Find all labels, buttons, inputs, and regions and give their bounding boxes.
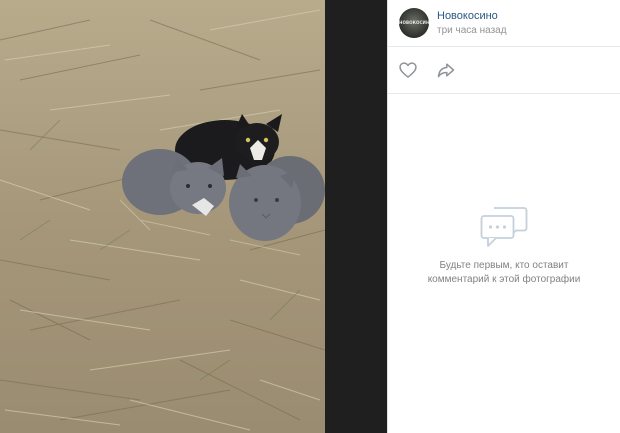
post-photo[interactable] [0, 0, 325, 433]
kittens-photo [0, 0, 325, 433]
post-info-panel: НОВОКОСИНО Новокосино три часа назад [387, 0, 620, 433]
comments-empty-state: Будьте первым, кто оставит комментарий к… [388, 205, 620, 287]
avatar-logo-text: НОВОКОСИНО [399, 20, 429, 25]
viewer-backdrop [325, 0, 387, 433]
share-button[interactable] [436, 60, 456, 80]
author-block: Новокосино три часа назад [437, 9, 507, 38]
author-name-link[interactable]: Новокосино [437, 9, 507, 23]
comments-empty-text: Будьте первым, кто оставит комментарий к… [427, 260, 581, 285]
post-time[interactable]: три часа назад [437, 24, 507, 38]
avatar[interactable]: НОВОКОСИНО [399, 8, 429, 38]
post-header: НОВОКОСИНО Новокосино три часа назад [388, 0, 620, 47]
heart-icon [399, 62, 417, 78]
post-actions [388, 47, 620, 94]
like-button[interactable] [398, 60, 418, 80]
share-arrow-icon [437, 63, 455, 78]
comments-bubble-icon [480, 205, 528, 249]
